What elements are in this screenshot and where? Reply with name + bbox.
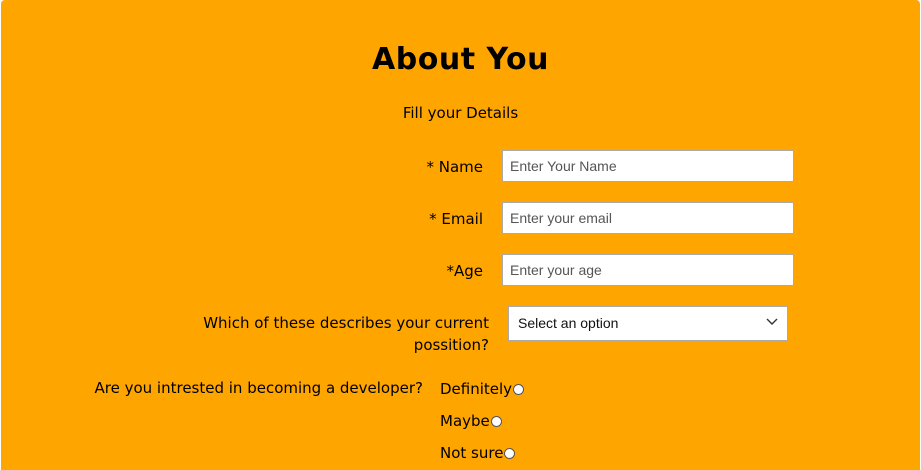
position-select-value: Select an option <box>518 315 619 331</box>
name-input[interactable] <box>502 150 794 182</box>
radio-label-not-sure: Not sure <box>440 444 504 462</box>
age-label: *Age <box>446 262 483 280</box>
position-label-line2: possition? <box>413 336 489 354</box>
radio-label-definitely: Definitely <box>440 380 513 398</box>
radio-option-maybe[interactable]: Maybe <box>440 410 502 432</box>
email-label: * Email <box>429 210 483 228</box>
radio-option-not-sure[interactable]: Not sure <box>440 442 516 464</box>
developer-label: Are you intrested in becoming a develope… <box>94 379 424 397</box>
position-select[interactable]: Select an option <box>508 306 788 341</box>
email-input[interactable] <box>502 202 794 234</box>
age-input[interactable] <box>502 254 794 286</box>
chevron-down-icon <box>766 318 778 325</box>
radio-not-sure[interactable] <box>504 447 516 459</box>
page-subtitle: Fill your Details <box>402 104 519 122</box>
position-label-line1: Which of these describes your current <box>203 314 489 332</box>
radio-maybe[interactable] <box>490 415 502 427</box>
radio-option-definitely[interactable]: Definitely <box>440 378 525 400</box>
radio-definitely[interactable] <box>513 383 525 395</box>
form-panel: About You Fill your Details * Name * Ema… <box>1 0 920 470</box>
radio-label-maybe: Maybe <box>440 412 490 430</box>
page-title: About You <box>372 42 549 77</box>
position-label: Which of these describes your current po… <box>161 312 489 356</box>
name-label: * Name <box>426 158 483 176</box>
